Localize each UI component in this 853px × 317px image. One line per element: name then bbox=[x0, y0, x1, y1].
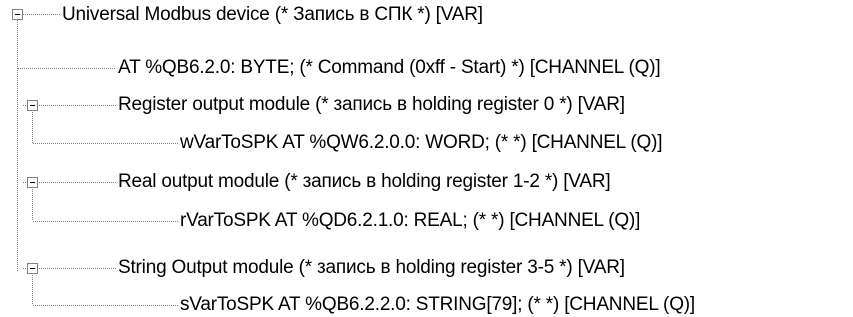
device-config-tree: Universal Modbus device (* Запись в СПК … bbox=[0, 0, 853, 317]
tree-node-register-output-module[interactable]: Register output module (* запись в holdi… bbox=[118, 94, 625, 116]
collapse-toggle-icon[interactable] bbox=[27, 263, 38, 274]
tree-node-wvartospk-channel[interactable]: wVarToSPK AT %QW6.2.0.0: WORD; (* *) [CH… bbox=[180, 132, 663, 154]
collapse-toggle-icon[interactable] bbox=[27, 177, 38, 188]
tree-node-root[interactable]: Universal Modbus device (* Запись в СПК … bbox=[62, 4, 483, 26]
tree-node-svartospk-channel[interactable]: sVarToSPK AT %QB6.2.2.0: STRING[79]; (* … bbox=[180, 294, 695, 316]
collapse-toggle-icon[interactable] bbox=[12, 9, 23, 20]
tree-node-command-channel[interactable]: AT %QB6.2.0: BYTE; (* Command (0xff - St… bbox=[118, 57, 661, 79]
tree-node-string-output-module[interactable]: String Output module (* запись в holding… bbox=[118, 257, 625, 279]
tree-node-rvartospk-channel[interactable]: rVarToSPK AT %QD6.2.1.0: REAL; (* *) [CH… bbox=[180, 210, 640, 232]
collapse-toggle-icon[interactable] bbox=[27, 100, 38, 111]
tree-node-real-output-module[interactable]: Real output module (* запись в holding r… bbox=[118, 171, 611, 193]
